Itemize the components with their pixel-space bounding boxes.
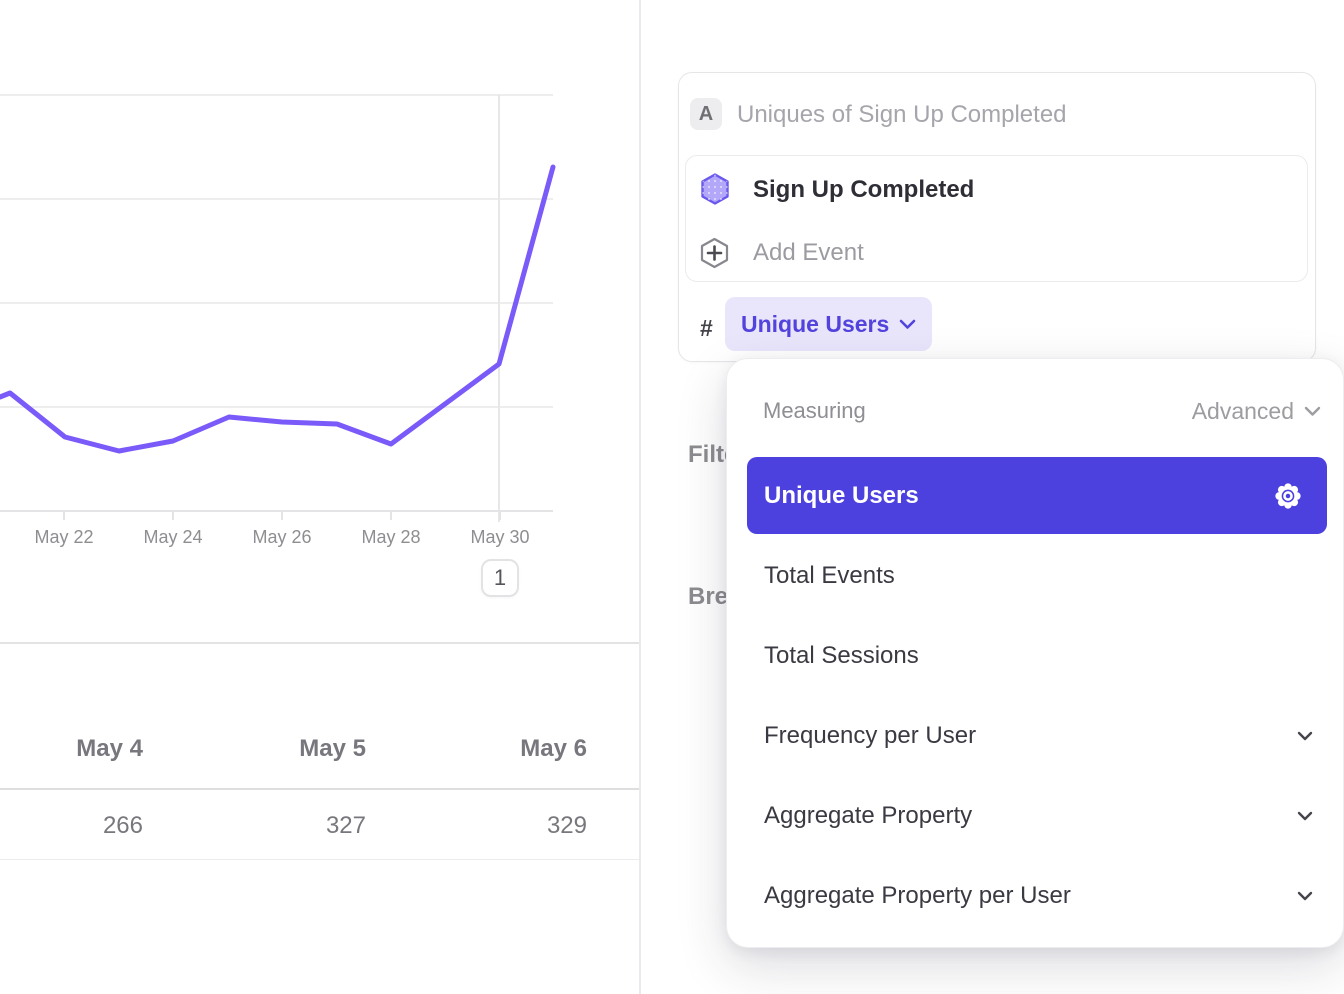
- table-cell-may-4: 266: [0, 812, 143, 840]
- menu-item-label: Aggregate Property: [764, 802, 972, 830]
- menu-item-unique-users[interactable]: Unique Users: [747, 457, 1327, 534]
- event-selector[interactable]: Sign Up Completed: [753, 176, 974, 204]
- menu-item-frequency-per-user[interactable]: Frequency per User: [747, 696, 1327, 776]
- menu-item-label: Unique Users: [764, 482, 919, 510]
- menu-item-label: Frequency per User: [764, 722, 976, 750]
- menu-item-label: Total Events: [764, 562, 895, 590]
- metric-value-label: Unique Users: [741, 311, 889, 338]
- x-tick-label: May 30: [470, 527, 529, 547]
- table-cell-may-6: 329: [367, 812, 587, 840]
- measuring-header-row: Measuring Advanced: [763, 389, 1321, 433]
- x-tick-label: May 22: [34, 527, 93, 547]
- menu-item-total-sessions[interactable]: Total Sessions: [747, 616, 1327, 696]
- chevron-down-icon: [1297, 811, 1313, 821]
- pane-divider: [639, 0, 641, 994]
- chevron-down-icon: [899, 319, 916, 330]
- chevron-down-icon: [1297, 891, 1313, 901]
- table-top-border: [0, 642, 639, 644]
- gear-icon[interactable]: [1273, 481, 1303, 511]
- measuring-dropdown-menu: Measuring Advanced Unique Users: [726, 358, 1344, 948]
- chevron-down-icon: [1297, 731, 1313, 741]
- table-header-may-4: May 4: [0, 735, 143, 763]
- add-event-icon[interactable]: [700, 237, 729, 274]
- measuring-label: Measuring: [763, 398, 866, 424]
- menu-item-label: Aggregate Property per User: [764, 882, 1071, 910]
- chevron-down-icon: [1304, 406, 1321, 417]
- table-header-may-5: May 5: [146, 735, 366, 763]
- menu-item-label: Total Sessions: [764, 642, 919, 670]
- measuring-mode-toggle[interactable]: Advanced: [1192, 398, 1321, 425]
- metric-dropdown-trigger[interactable]: Unique Users: [725, 297, 932, 351]
- table-header-border: [0, 788, 639, 790]
- chart-annotation-badge[interactable]: 1: [481, 559, 519, 597]
- table-bottom-border: [0, 859, 639, 860]
- menu-item-aggregate-property-per-user[interactable]: Aggregate Property per User: [747, 856, 1327, 936]
- add-event-button[interactable]: Add Event: [753, 239, 864, 267]
- table-header-may-6: May 6: [367, 735, 587, 763]
- table-cell-may-5: 327: [146, 812, 366, 840]
- menu-item-aggregate-property[interactable]: Aggregate Property: [747, 776, 1327, 856]
- series-title: Uniques of Sign Up Completed: [737, 101, 1067, 129]
- insights-line-chart: May 22 May 24 May 26 May 28 May 30: [0, 0, 639, 625]
- x-tick-label: May 28: [361, 527, 420, 547]
- series-line: [0, 167, 553, 451]
- measuring-mode-value: Advanced: [1192, 398, 1294, 425]
- metric-hash-symbol: #: [700, 315, 713, 342]
- x-tick-label: May 26: [252, 527, 311, 547]
- event-hexagon-icon: [701, 173, 729, 210]
- series-a-badge[interactable]: A: [690, 98, 722, 130]
- x-tick-label: May 24: [143, 527, 202, 547]
- menu-item-total-events[interactable]: Total Events: [747, 536, 1327, 616]
